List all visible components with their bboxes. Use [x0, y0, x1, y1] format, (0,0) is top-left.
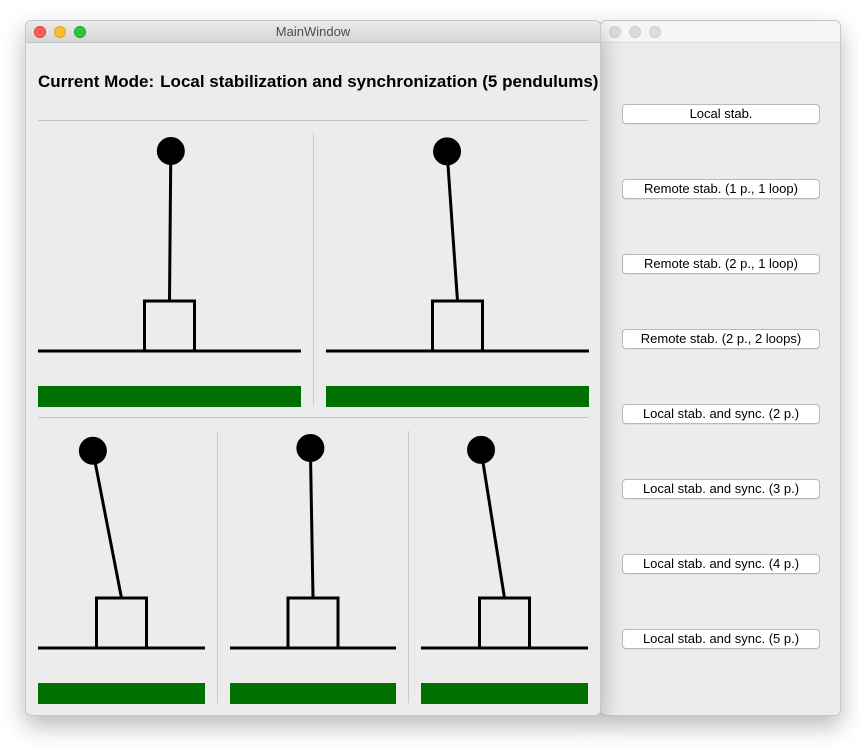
mode-selector-window: Local stab. Remote stab. (1 p., 1 loop) … — [600, 20, 841, 716]
pendulum-rod — [445, 151, 459, 302]
local-stab-sync-3p-button[interactable]: Local stab. and sync. (3 p.) — [622, 479, 820, 499]
pendulum-cart — [143, 299, 196, 353]
mode-prefix: Current Mode: — [38, 72, 155, 91]
pendulum-rod — [91, 450, 123, 599]
close-window-icon[interactable] — [609, 26, 621, 38]
pendulum-cart — [95, 596, 148, 650]
pendulum-cart — [431, 299, 484, 353]
current-mode-label: Current Mode: Local stabilization and syn… — [38, 72, 598, 92]
pendulum-bob — [467, 435, 496, 464]
minimize-window-icon[interactable] — [629, 26, 641, 38]
mode-value: Local stabilization and synchronization … — [160, 72, 599, 91]
remote-stab-1p-1loop-button[interactable]: Remote stab. (1 p., 1 loop) — [622, 179, 820, 199]
status-bar-1 — [38, 386, 301, 407]
main-titlebar: MainWindow — [26, 21, 600, 43]
status-bar-3 — [38, 683, 205, 704]
pendulum-canvas — [38, 436, 205, 650]
pendulum-bob — [78, 436, 107, 465]
pendulum-bob — [156, 137, 185, 166]
local-stab-button[interactable]: Local stab. — [622, 104, 820, 124]
pendulum-rod — [479, 449, 506, 599]
pendulum-canvas — [38, 137, 301, 353]
pendulum-rod — [168, 150, 173, 302]
separator-top — [38, 120, 588, 121]
pendulum-canvas — [326, 137, 589, 353]
pendulum-canvas — [230, 434, 396, 650]
status-bar-4 — [230, 683, 396, 704]
remote-stab-2p-2loops-button[interactable]: Remote stab. (2 p., 2 loops) — [622, 329, 820, 349]
divider-row1 — [313, 133, 314, 405]
remote-stab-2p-1loop-button[interactable]: Remote stab. (2 p., 1 loop) — [622, 254, 820, 274]
status-bar-2 — [326, 386, 589, 407]
pendulum-canvas — [421, 435, 588, 650]
pendulum-cart — [286, 596, 340, 650]
pendulum-bob — [296, 434, 325, 463]
divider-row2-b — [408, 431, 409, 703]
main-window: MainWindow Current Mode: Local stabilizat… — [25, 20, 601, 716]
divider-row2-a — [217, 431, 218, 703]
local-stab-sync-4p-button[interactable]: Local stab. and sync. (4 p.) — [622, 554, 820, 574]
local-stab-sync-2p-button[interactable]: Local stab. and sync. (2 p.) — [622, 404, 820, 424]
pendulum-rod — [308, 447, 315, 599]
pendulum-bob — [433, 137, 462, 166]
status-bar-5 — [421, 683, 588, 704]
window-title: MainWindow — [275, 24, 351, 39]
local-stab-sync-5p-button[interactable]: Local stab. and sync. (5 p.) — [622, 629, 820, 649]
separator-middle — [38, 417, 588, 418]
side-titlebar — [601, 21, 840, 43]
pendulum-cart — [478, 596, 531, 650]
maximize-window-icon[interactable] — [649, 26, 661, 38]
